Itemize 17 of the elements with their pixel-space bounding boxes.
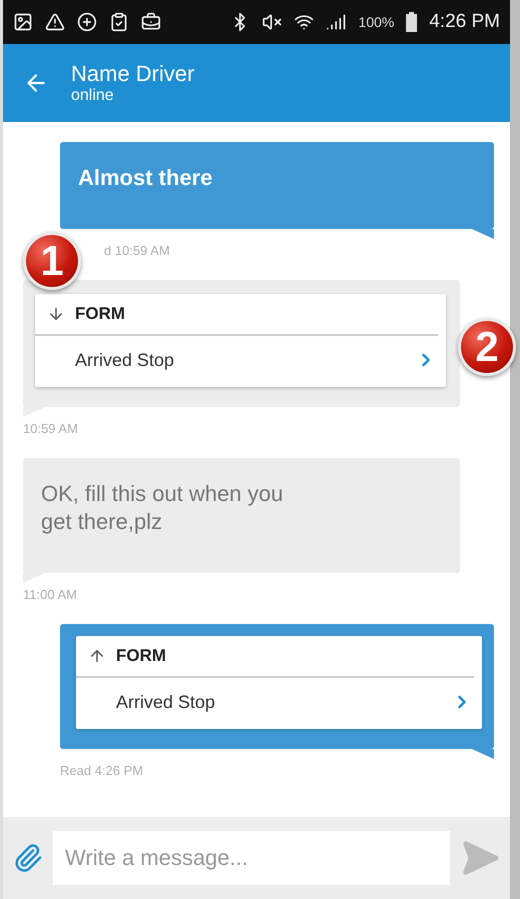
form-item[interactable]: Arrived Stop	[76, 678, 482, 729]
form-title: FORM	[75, 304, 126, 324]
message-input[interactable]: Write a message...	[53, 831, 450, 885]
message-text: OK, fill this out when you get there,plz	[41, 480, 284, 536]
battery-percent: 100%	[358, 14, 394, 30]
message-text: Almost there	[78, 164, 214, 192]
message-meta: Read 4:26 PM	[60, 762, 144, 778]
form-title: FORM	[116, 646, 166, 666]
contact-status: online	[71, 87, 115, 105]
callout-badge: 1	[23, 232, 81, 290]
clock: 4:26 PM	[429, 11, 500, 33]
message-meta: 11:00 AM	[23, 586, 77, 602]
form-item[interactable]: Arrived Stop	[35, 336, 446, 387]
contact-name: Name Driver	[71, 61, 194, 87]
message-meta: 10:59 AM	[23, 420, 78, 436]
message-meta: d 10:59 AM	[104, 242, 170, 258]
callout-badge: 2	[458, 318, 516, 376]
